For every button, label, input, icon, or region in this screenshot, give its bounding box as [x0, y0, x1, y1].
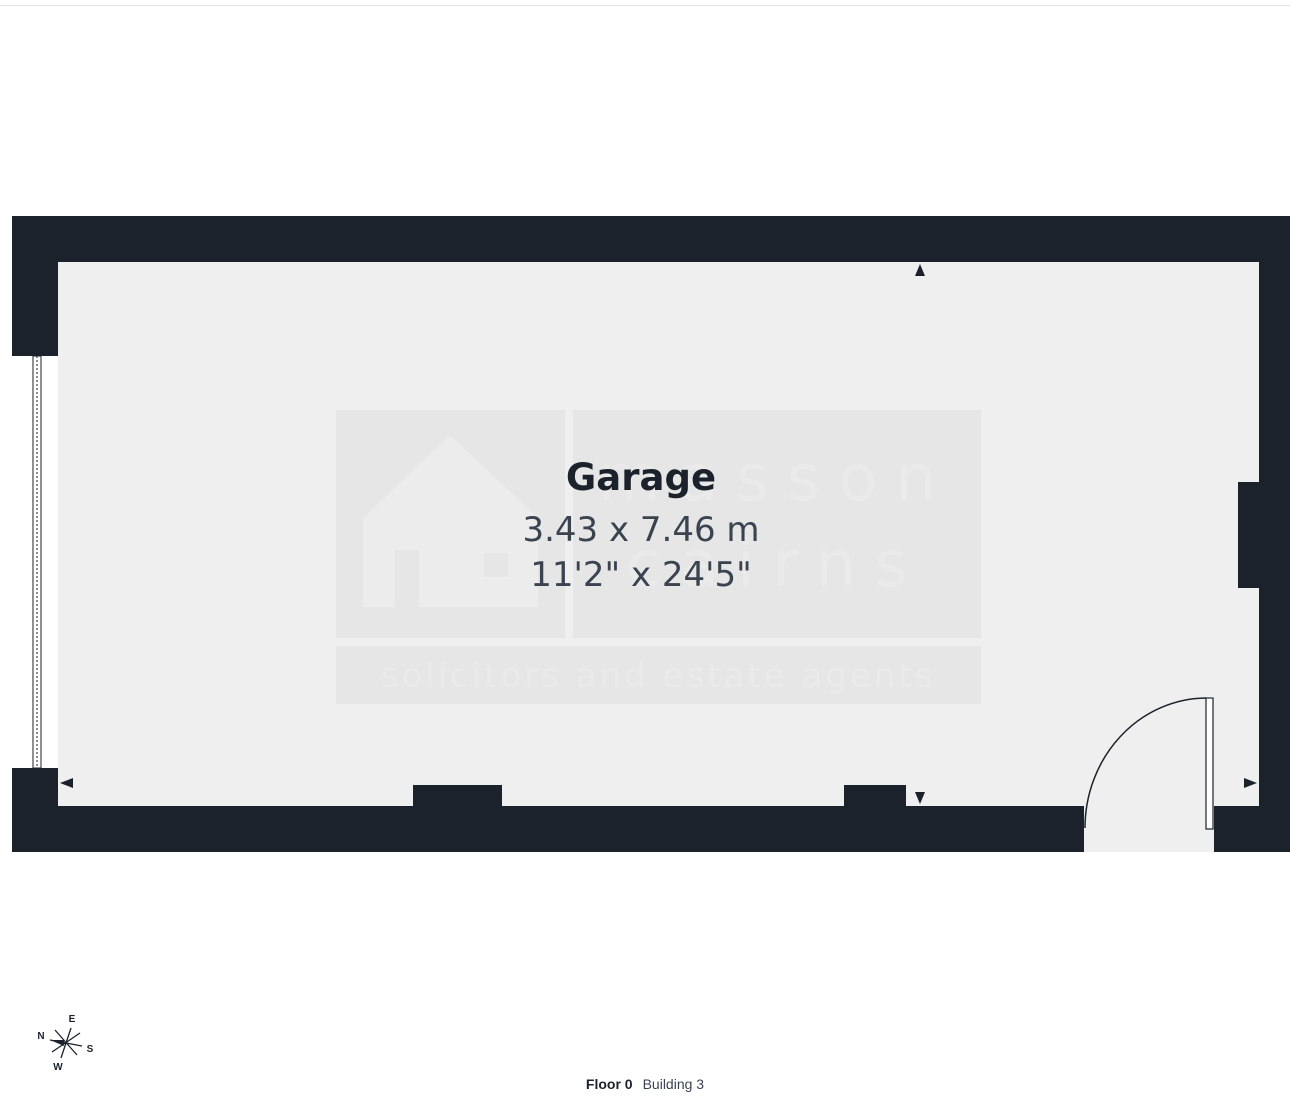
- wall-bottom-right: [1214, 806, 1290, 852]
- floor-caption: Floor 0 Building 3: [0, 1076, 1290, 1092]
- compass-north-label: N: [37, 1031, 44, 1042]
- compass-east-label: E: [69, 1014, 76, 1025]
- floor-label: Floor 0: [585, 1076, 633, 1092]
- room-size-imperial: 11'2" x 24'5": [530, 555, 752, 595]
- floor-plan: masson cairns solicitors and estate agen…: [12, 216, 1290, 1073]
- compass-rose-icon: N E S W: [37, 1014, 93, 1073]
- compass-west-label: W: [53, 1062, 63, 1073]
- building-label: Building 3: [642, 1076, 705, 1092]
- room-name: Garage: [566, 456, 716, 499]
- wall-top: [12, 216, 1290, 262]
- wall-pillar-2: [844, 785, 906, 806]
- wall-bottom-left: [12, 806, 1084, 852]
- watermark-tagline: solicitors and estate agents: [381, 656, 936, 696]
- wall-pillar-1: [413, 785, 502, 806]
- room-size-metric: 3.43 x 7.46 m: [522, 510, 759, 550]
- wall-right-upper: [1259, 216, 1290, 482]
- garage-door: [32, 355, 42, 769]
- wall-right-pier: [1238, 482, 1290, 588]
- wall-left-upper: [12, 216, 58, 356]
- compass-south-label: S: [87, 1044, 94, 1055]
